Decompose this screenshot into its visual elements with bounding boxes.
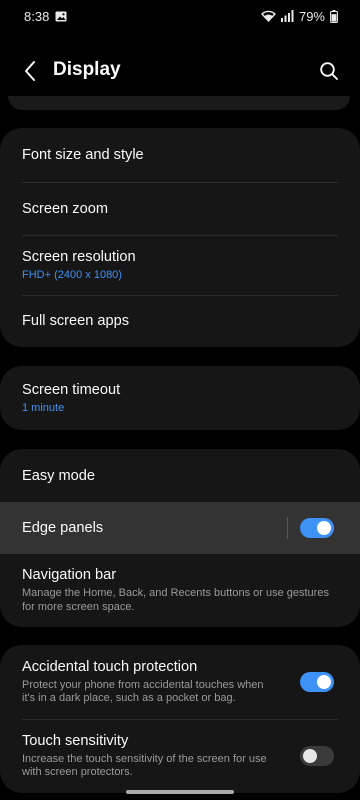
accidental-touch-protection-toggle[interactable] <box>300 672 334 692</box>
item-description: Manage the Home, Back, and Recents butto… <box>22 587 329 613</box>
item-value: FHD+ (2400 x 1080) <box>22 269 122 281</box>
item-value: 1 minute <box>22 402 65 414</box>
item-title: Touch sensitivity <box>22 732 129 749</box>
status-right: 79% <box>260 8 338 24</box>
back-arrow-icon <box>25 61 35 81</box>
item-title: Edge panels <box>22 520 104 536</box>
item-title: Font size and style <box>22 147 144 163</box>
item-title: Accidental touch protection <box>22 658 198 675</box>
full-screen-apps-item[interactable]: Full screen apps <box>0 295 360 347</box>
wifi-icon <box>260 10 276 22</box>
item-title: Screen zoom <box>22 200 108 217</box>
battery-icon <box>330 9 338 23</box>
item-description: Protect your phone from accidental touch… <box>22 678 264 704</box>
item-description: Increase the touch sensitivity of the sc… <box>22 752 267 778</box>
accidental-touch-protection-item[interactable]: Accidental touch protection Protect your… <box>0 645 360 719</box>
page-title: Display <box>53 59 121 80</box>
edge-panels-toggle[interactable] <box>300 518 334 538</box>
home-indicator[interactable] <box>126 790 234 794</box>
settings-card-text-display: Font size and style Screen zoom Screen r… <box>0 128 360 347</box>
toggle-knob <box>317 521 331 535</box>
touch-sensitivity-toggle[interactable] <box>300 746 334 766</box>
toggle-divider <box>287 517 288 539</box>
item-title: Full screen apps <box>22 313 130 329</box>
settings-card-navigation: Easy mode Edge panels Navigation bar Man… <box>0 449 360 627</box>
app-bar: Display <box>0 48 360 94</box>
previous-card-edge <box>8 96 350 110</box>
item-title: Screen resolution <box>22 249 136 265</box>
battery-percent: 79% <box>298 8 325 24</box>
item-title: Navigation bar <box>22 567 117 584</box>
easy-mode-item[interactable]: Easy mode <box>0 449 360 502</box>
search-button[interactable] <box>316 58 342 84</box>
signal-icon <box>280 10 294 22</box>
status-bar: 8:38 79% <box>0 0 360 32</box>
edge-panels-item[interactable]: Edge panels <box>0 502 360 554</box>
navigation-bar-item[interactable]: Navigation bar Manage the Home, Back, an… <box>0 554 360 627</box>
screen-zoom-item[interactable]: Screen zoom <box>0 182 360 235</box>
image-icon <box>55 11 67 22</box>
font-size-and-style-item[interactable]: Font size and style <box>0 128 360 182</box>
item-title: Screen timeout <box>22 382 121 398</box>
back-button[interactable] <box>17 58 43 84</box>
toggle-knob <box>303 749 317 763</box>
screen-timeout-item[interactable]: Screen timeout 1 minute <box>0 366 360 430</box>
item-title: Easy mode <box>22 467 96 484</box>
settings-card-timeout: Screen timeout 1 minute <box>0 366 360 430</box>
search-icon <box>320 62 338 80</box>
status-left: 8:38 <box>24 9 67 24</box>
screen-resolution-item[interactable]: Screen resolution FHD+ (2400 x 1080) <box>0 235 360 295</box>
settings-card-touch: Accidental touch protection Protect your… <box>0 645 360 793</box>
touch-sensitivity-item[interactable]: Touch sensitivity Increase the touch sen… <box>0 719 360 793</box>
toggle-knob <box>317 675 331 689</box>
status-time: 8:38 <box>24 8 50 24</box>
